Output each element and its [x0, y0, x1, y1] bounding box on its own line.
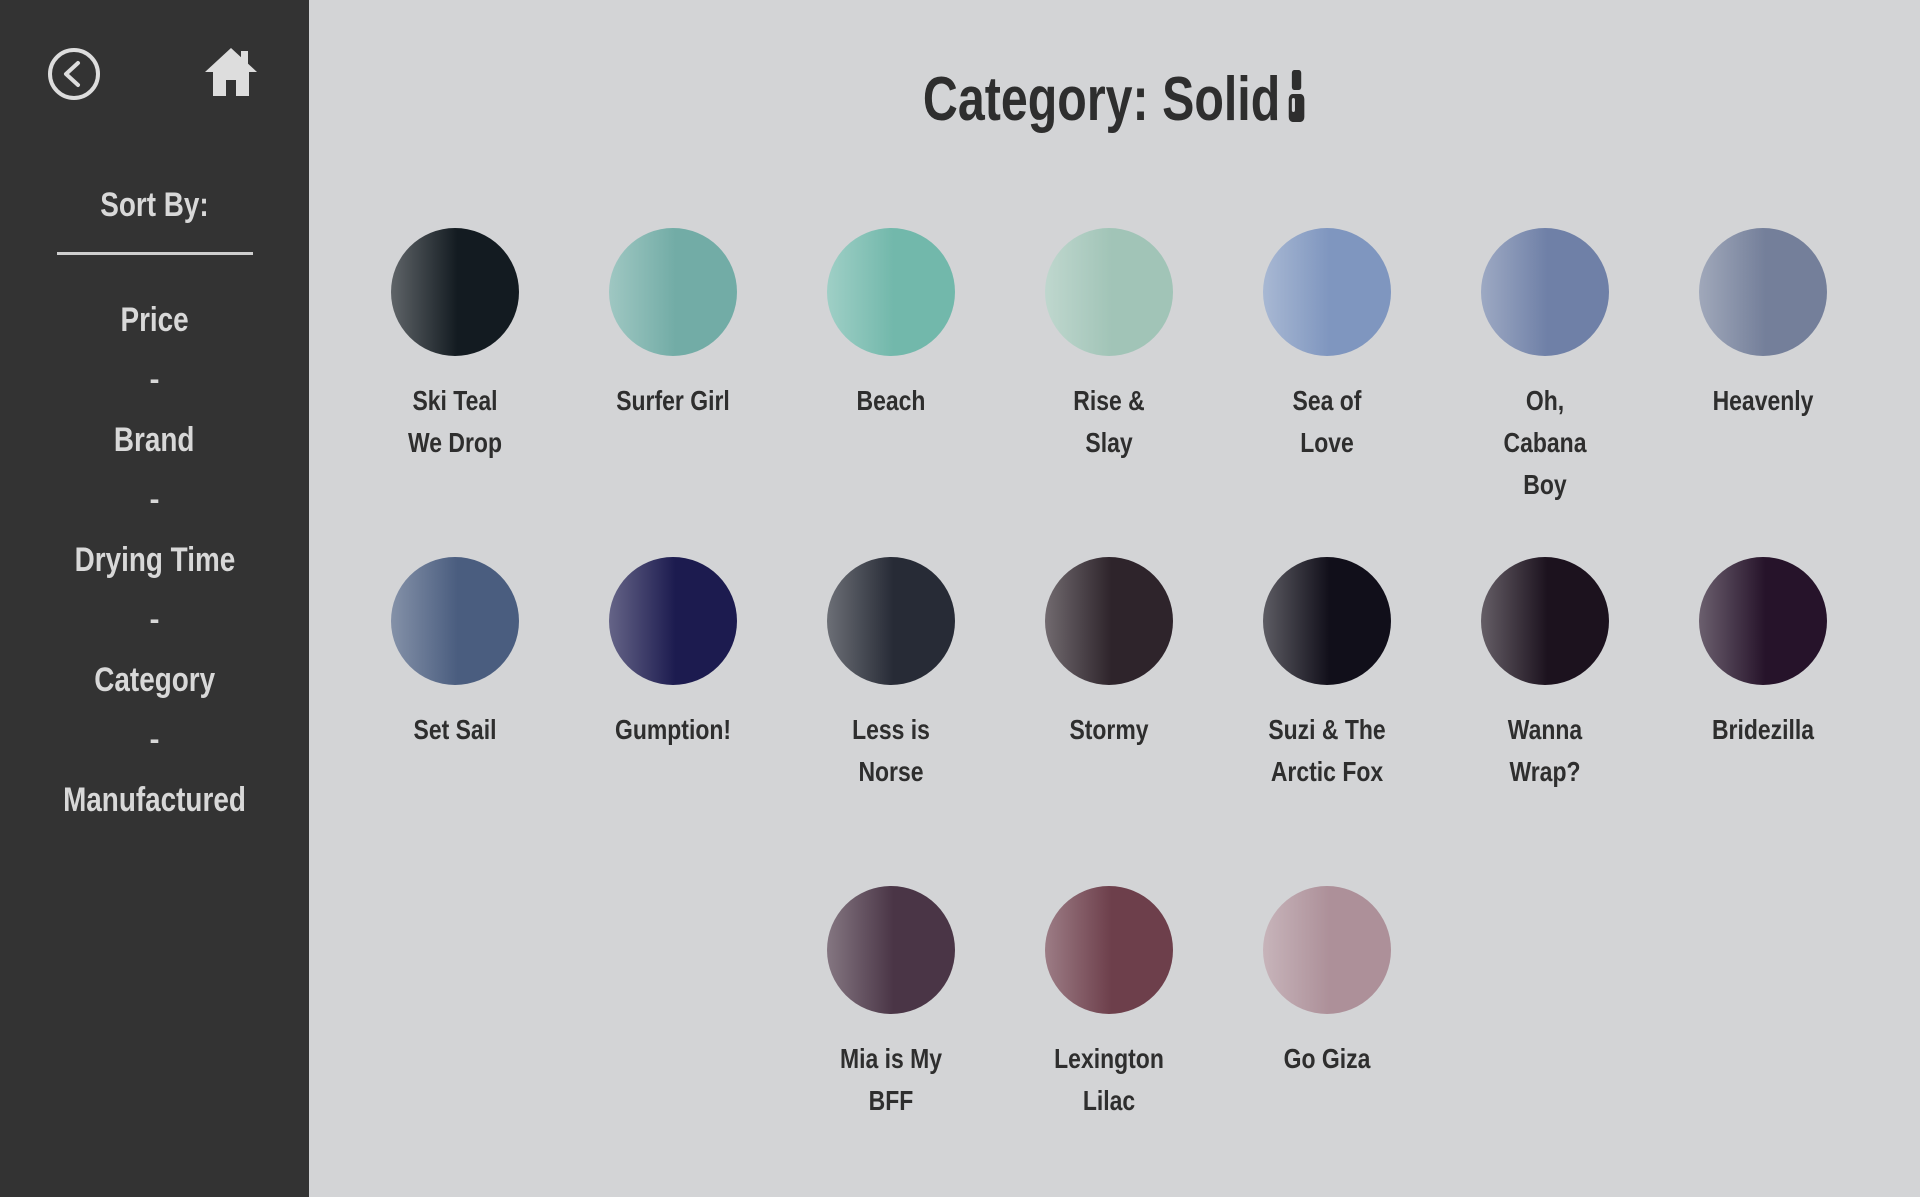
color-swatch-circle[interactable] — [1481, 557, 1609, 685]
swatch-item[interactable]: Bridezilla — [1663, 557, 1863, 751]
swatch-name: Heavenly — [1712, 385, 1814, 416]
swatch-item[interactable]: Less is Norse — [791, 557, 991, 793]
page-title: Category: Solid — [309, 62, 1920, 142]
color-swatch-circle[interactable] — [827, 557, 955, 685]
swatch-name: Set Sail — [413, 714, 497, 745]
color-swatch-circle[interactable] — [1699, 228, 1827, 356]
swatch-item[interactable]: Set Sail — [355, 557, 555, 751]
color-swatch-circle[interactable] — [609, 557, 737, 685]
swatch-item[interactable]: Stormy — [1009, 557, 1209, 751]
color-swatch-circle[interactable] — [1263, 886, 1391, 1014]
swatch-item[interactable]: Sea of Love — [1227, 228, 1427, 464]
swatch-item[interactable]: Beach — [791, 228, 991, 422]
sort-separator: - — [149, 603, 160, 636]
swatch-item[interactable]: Gumption! — [573, 557, 773, 751]
sort-option-price[interactable]: Price — [0, 290, 309, 350]
swatch-name: Mia is My BFF — [839, 1043, 943, 1116]
swatch-name: Suzi & The Arctic Fox — [1268, 714, 1386, 787]
sidebar: Sort By: Price - Brand - Drying Time - C… — [0, 0, 309, 1197]
swatch-item[interactable]: Ski Teal We Drop — [355, 228, 555, 464]
sort-divider — [57, 252, 253, 255]
color-swatch-circle[interactable] — [391, 557, 519, 685]
swatch-item[interactable]: Lexington Lilac — [1009, 886, 1209, 1122]
swatch-name: Less is Norse — [852, 714, 930, 787]
swatch-name: Wanna Wrap? — [1507, 714, 1583, 787]
swatch-name: Lexington Lilac — [1054, 1043, 1164, 1116]
sort-option-manufactured[interactable]: Manufactured — [0, 770, 309, 830]
swatch-item[interactable]: Mia is My BFF — [791, 886, 991, 1122]
swatch-item[interactable]: Wanna Wrap? — [1445, 557, 1645, 793]
sort-option-drying-time[interactable]: Drying Time — [0, 530, 309, 590]
home-button[interactable] — [203, 44, 259, 100]
swatch-item[interactable]: Rise & Slay — [1009, 228, 1209, 464]
swatch-name: Surfer Girl — [616, 385, 730, 416]
color-swatch-circle[interactable] — [1263, 557, 1391, 685]
swatch-name: Stormy — [1069, 714, 1149, 745]
swatch-item[interactable]: Go Giza — [1227, 886, 1427, 1080]
swatch-name: Go Giza — [1283, 1043, 1371, 1074]
sort-separator: - — [149, 363, 160, 396]
swatch-name: Gumption! — [614, 714, 732, 745]
color-swatch-circle[interactable] — [827, 886, 955, 1014]
swatch-name: Beach — [856, 385, 926, 416]
page-title-text: Category: Solid — [923, 65, 1281, 134]
color-swatch-circle[interactable] — [609, 228, 737, 356]
swatch-item[interactable]: Suzi & The Arctic Fox — [1227, 557, 1427, 793]
nail-polish-bottle-icon — [1288, 66, 1305, 142]
sort-separator: - — [149, 723, 160, 756]
home-icon — [205, 48, 257, 96]
color-swatch-circle[interactable] — [1045, 228, 1173, 356]
color-swatch-circle[interactable] — [391, 228, 519, 356]
swatch-name: Oh, Cabana Boy — [1503, 385, 1587, 500]
color-swatch-circle[interactable] — [1481, 228, 1609, 356]
swatch-name: Rise & Slay — [1073, 385, 1145, 458]
swatch-item[interactable]: Surfer Girl — [573, 228, 773, 422]
swatch-item[interactable]: Heavenly — [1663, 228, 1863, 422]
swatch-item[interactable]: Oh, Cabana Boy — [1445, 228, 1645, 506]
sort-option-brand[interactable]: Brand — [0, 410, 309, 470]
swatch-name: Sea of Love — [1292, 385, 1362, 458]
sort-separator: - — [149, 483, 160, 516]
sort-options: Price - Brand - Drying Time - Category -… — [0, 290, 309, 830]
color-swatch-circle[interactable] — [1699, 557, 1827, 685]
swatch-name: Ski Teal We Drop — [408, 385, 502, 458]
color-swatch-circle[interactable] — [827, 228, 955, 356]
sort-option-category[interactable]: Category — [0, 650, 309, 710]
swatch-name: Bridezilla — [1711, 714, 1815, 745]
back-button[interactable] — [46, 46, 102, 102]
color-swatch-circle[interactable] — [1045, 886, 1173, 1014]
sort-by-heading: Sort By: — [100, 186, 209, 224]
color-swatch-circle[interactable] — [1263, 228, 1391, 356]
color-swatch-circle[interactable] — [1045, 557, 1173, 685]
back-arrow-circle-icon — [48, 48, 100, 100]
